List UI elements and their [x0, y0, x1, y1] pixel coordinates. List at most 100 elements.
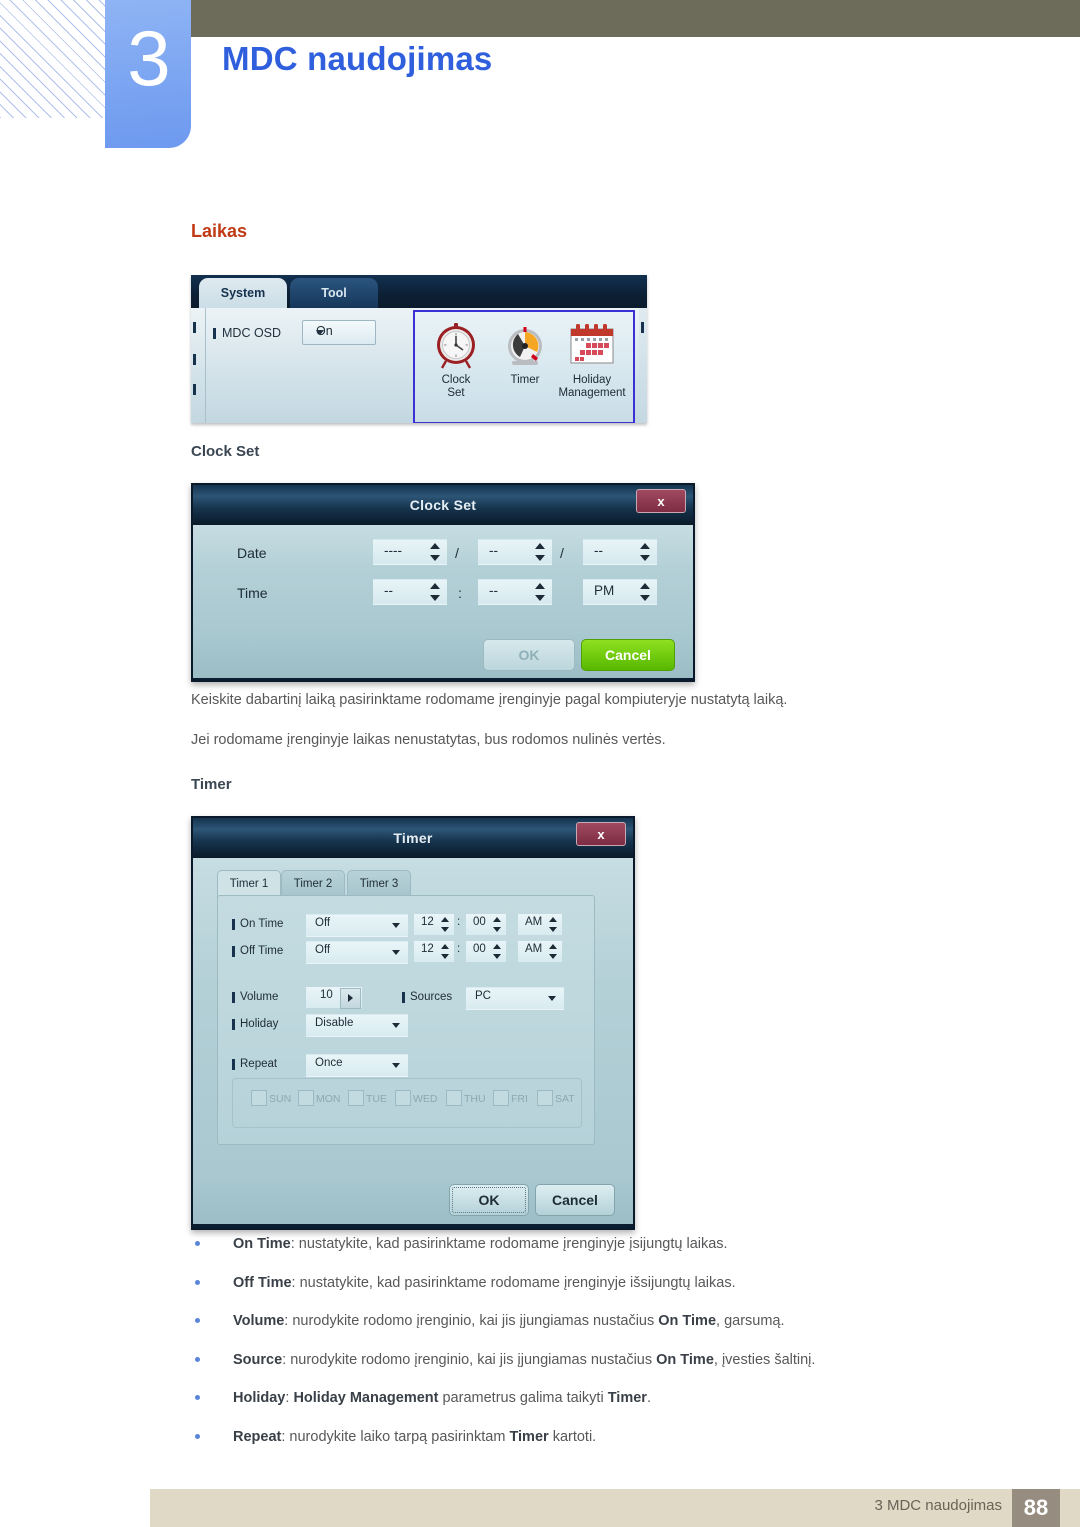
stepper-arrows-icon[interactable] [430, 582, 441, 602]
timer-ok-button[interactable]: OK [449, 1184, 529, 1216]
day-label-fri: FRI [511, 1093, 528, 1105]
timer-footer: OK Cancel [193, 1176, 633, 1224]
off-time-dropdown[interactable]: Off [306, 941, 408, 964]
day-checkbox-sun[interactable]: SUN [251, 1090, 291, 1106]
clock-set-body: Date ---- / -- / -- Time -- : -- PM [193, 525, 693, 633]
checkbox-icon[interactable] [395, 1090, 411, 1106]
time-meridiem-stepper[interactable]: PM [583, 579, 657, 605]
day-checkbox-thu[interactable]: THU [446, 1090, 486, 1106]
stepper-arrows-icon[interactable] [535, 582, 546, 602]
off-time-minute-stepper[interactable]: 00 [466, 941, 506, 962]
date-month-stepper[interactable]: -- [478, 539, 552, 565]
checkbox-icon[interactable] [537, 1090, 553, 1106]
tab-tool[interactable]: Tool [290, 278, 378, 308]
tab-timer-2[interactable]: Timer 2 [281, 870, 345, 897]
timer-cancel-button[interactable]: Cancel [535, 1184, 615, 1216]
day-checkbox-wed[interactable]: WED [395, 1090, 438, 1106]
ribbon-button-holiday-management[interactable]: Holiday Management [557, 318, 627, 400]
repeat-value: Once [315, 1057, 343, 1069]
day-checkbox-mon[interactable]: MON [298, 1090, 341, 1106]
bullet-text: : nustatykite, kad pasirinktame rodomame… [291, 1274, 736, 1291]
repeat-dropdown[interactable]: Once [306, 1054, 408, 1077]
date-year-stepper[interactable]: ---- [373, 539, 447, 565]
stepper-arrows-icon[interactable] [640, 582, 651, 602]
day-label-mon: MON [316, 1093, 341, 1105]
on-time-minute-value: 00 [473, 916, 486, 928]
footer-chapter-label: 3 MDC naudojimas [874, 1497, 1002, 1514]
holiday-caption-line1: Holiday [572, 374, 612, 386]
clock-set-ok-button[interactable]: OK [483, 639, 575, 671]
stepper-arrows-icon[interactable] [640, 542, 651, 562]
on-time-dropdown[interactable]: Off [306, 914, 408, 937]
ribbon-right-edge [639, 308, 647, 423]
holiday-dropdown[interactable]: Disable [306, 1014, 408, 1037]
bullet-text: : nurodykite laiko tarpą pasirinktam [281, 1428, 510, 1445]
stepper-arrows-icon[interactable] [549, 943, 558, 960]
on-time-hour-stepper[interactable]: 12 [414, 914, 454, 935]
time-separator: : [458, 585, 462, 601]
on-time-colon: : [457, 916, 461, 928]
day-checkbox-sat[interactable]: SAT [537, 1090, 575, 1106]
off-time-meridiem-stepper[interactable]: AM [518, 941, 562, 962]
volume-increase-icon[interactable] [340, 988, 361, 1009]
stepper-arrows-icon[interactable] [493, 916, 502, 933]
day-label-sat: SAT [555, 1093, 575, 1105]
checkbox-icon[interactable] [348, 1090, 364, 1106]
checkbox-icon[interactable] [446, 1090, 462, 1106]
mdc-osd-dropdown[interactable]: On [302, 320, 376, 345]
tab-timer-1[interactable]: Timer 1 [217, 870, 281, 897]
day-checkbox-tue[interactable]: TUE [348, 1090, 387, 1106]
clock-set-cancel-button[interactable]: Cancel [581, 639, 675, 671]
checkbox-icon[interactable] [493, 1090, 509, 1106]
close-icon[interactable]: x [576, 822, 626, 846]
time-minute-value: -- [489, 583, 498, 598]
ribbon-tab-strip: System Tool [191, 275, 647, 308]
close-icon[interactable]: x [636, 489, 686, 513]
on-time-minute-stepper[interactable]: 00 [466, 914, 506, 935]
tab-timer-3[interactable]: Timer 3 [347, 870, 411, 897]
list-item: Volume: nurodykite rodomo įrenginio, kai… [191, 1312, 991, 1330]
time-minute-stepper[interactable]: -- [478, 579, 552, 605]
off-time-hour-stepper[interactable]: 12 [414, 941, 454, 962]
stepper-arrows-icon[interactable] [441, 943, 450, 960]
checkbox-icon[interactable] [251, 1090, 267, 1106]
bullet-term: Holiday [233, 1390, 286, 1406]
repeat-days-group: SUN MON TUE WED THU FRI SAT [232, 1078, 582, 1128]
list-item: Off Time: nustatykite, kad pasirinktame … [191, 1274, 991, 1292]
chevron-down-icon [392, 1063, 400, 1068]
ribbon-body: MDC OSD On Clock Set Timer Holiday Manag… [191, 308, 647, 423]
stepper-arrows-icon[interactable] [493, 943, 502, 960]
page-number: 88 [1012, 1489, 1060, 1527]
bullet-term-2: Holiday Management [293, 1390, 439, 1406]
ribbon-button-timer[interactable]: Timer [490, 318, 560, 387]
bullet-text-2: , garsumą. [716, 1313, 785, 1329]
stepper-arrows-icon[interactable] [430, 542, 441, 562]
stepper-arrows-icon[interactable] [441, 916, 450, 933]
stepper-arrows-icon[interactable] [535, 542, 546, 562]
date-year-value: ---- [384, 543, 402, 558]
clock-set-caption-line1: Clock [441, 374, 471, 386]
checkbox-icon[interactable] [298, 1090, 314, 1106]
bullet-text: : nurodykite rodomo įrenginio, kai jis į… [282, 1351, 657, 1368]
holiday-label: Holiday [231, 1018, 279, 1030]
chevron-down-icon [392, 950, 400, 955]
list-item: Holiday: Holiday Management parametrus g… [191, 1389, 991, 1407]
holiday-management-icon [557, 318, 627, 374]
bullet-term-2: On Time [658, 1313, 717, 1329]
off-time-meridiem-value: AM [525, 943, 543, 955]
bullet-text: : nurodykite rodomo įrenginio, kai jis į… [284, 1313, 659, 1329]
date-day-stepper[interactable]: -- [583, 539, 657, 565]
sources-dropdown[interactable]: PC [466, 987, 564, 1010]
tab-system[interactable]: System [199, 278, 287, 308]
time-hour-stepper[interactable]: -- [373, 579, 447, 605]
bullet-term: On Time [233, 1236, 291, 1252]
day-label-thu: THU [464, 1093, 486, 1105]
off-time-colon: : [457, 943, 461, 955]
date-separator-1: / [455, 545, 459, 561]
volume-stepper[interactable]: 10 [306, 987, 362, 1009]
on-time-meridiem-stepper[interactable]: AM [518, 914, 562, 935]
day-checkbox-fri[interactable]: FRI [493, 1090, 528, 1106]
ribbon-button-clock-set[interactable]: Clock Set [421, 318, 491, 400]
clock-set-dialog: Clock Set x Date ---- / -- / -- Time -- [191, 483, 695, 682]
stepper-arrows-icon[interactable] [549, 916, 558, 933]
